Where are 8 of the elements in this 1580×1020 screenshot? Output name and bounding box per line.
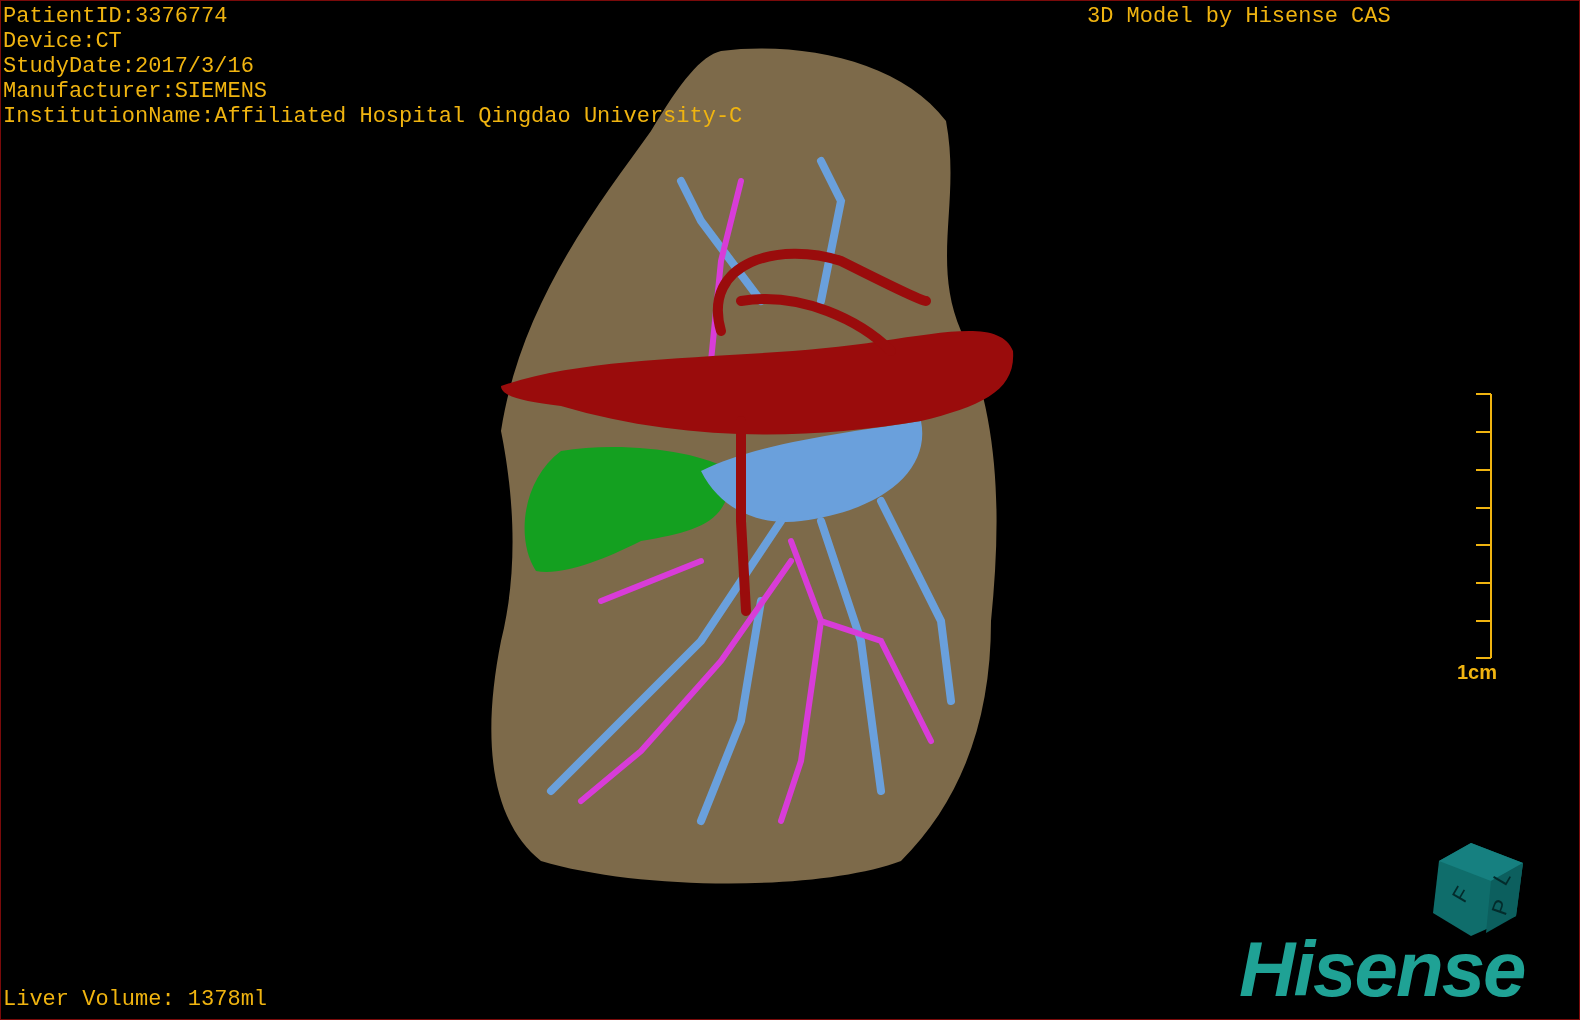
info-line: PatientID:3376774 bbox=[3, 4, 229, 29]
liver-volume: Liver Volume: 1378ml bbox=[3, 987, 268, 1012]
logo: Hisense bbox=[1239, 929, 1525, 1009]
scale-label: 1cm bbox=[1457, 661, 1498, 683]
info-line: StudyDate:2017/3/16 bbox=[3, 54, 255, 79]
model-caption: 3D Model by Hisense CAS bbox=[1087, 4, 1391, 29]
info-line: Device:CT bbox=[3, 29, 123, 54]
info-line: Manufacturer:SIEMENS bbox=[3, 79, 269, 104]
